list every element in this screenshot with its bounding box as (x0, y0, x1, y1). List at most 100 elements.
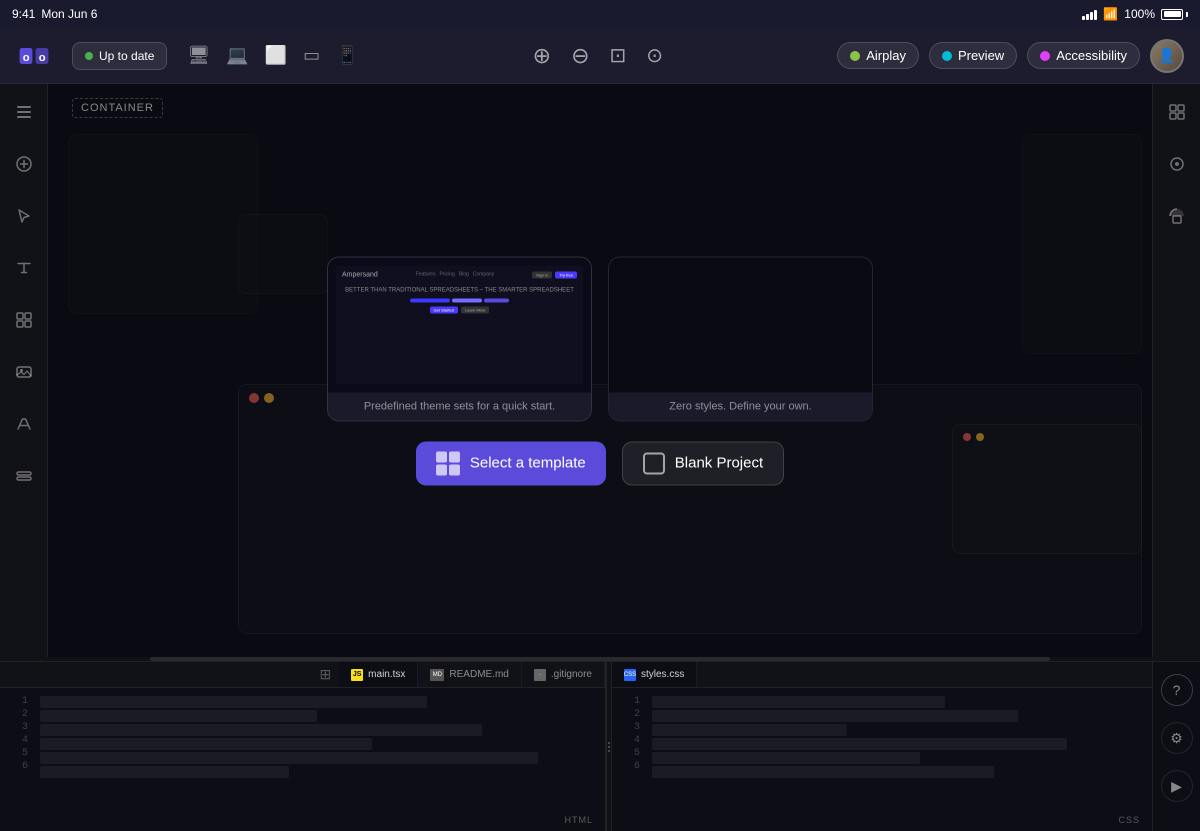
update-button[interactable]: Up to date (72, 42, 167, 70)
predefined-template-card[interactable]: Ampersand Features Pricing Blog Company … (327, 256, 592, 421)
toolbar-right: Airplay Preview Accessibility 👤 (837, 39, 1184, 73)
toolbar-center: ⊕ ⊖ ⊡ ⊙ (371, 43, 826, 69)
bottom-right-tabs: CSS styles.css (612, 662, 1152, 688)
preview-label: Preview (958, 48, 1004, 63)
md-icon: MD (430, 669, 444, 681)
sidebar-cursor-icon[interactable] (8, 200, 40, 232)
airplay-label: Airplay (866, 48, 906, 63)
right-file-type: CSS (1118, 815, 1140, 825)
code-line (652, 724, 847, 736)
line-numbers: 1 2 3 4 5 6 (12, 696, 28, 823)
zero-styles-label: Zero styles. Define your own. (609, 392, 872, 420)
bottom-code-area: 1 2 3 4 5 6 (0, 688, 605, 831)
bg-window-top-left (68, 134, 258, 314)
avatar[interactable]: 👤 (1150, 39, 1184, 73)
code-line (40, 696, 427, 708)
tab-js-label: main.tsx (368, 669, 405, 680)
bg-window-small-right (952, 424, 1142, 554)
preview-button[interactable]: Preview (929, 42, 1017, 69)
toolbar: o o Up to date 🖥 💻 ⬜ ▭ 📱 ⊕ ⊖ ⊡ ⊙ Airplay… (0, 28, 1200, 84)
airplay-dot (850, 51, 860, 61)
sidebar-image-icon[interactable] (8, 356, 40, 388)
svg-text:o: o (39, 51, 46, 63)
code-line (40, 724, 482, 736)
blank-project-label: Blank Project (675, 455, 763, 472)
battery-icon (1161, 9, 1188, 20)
select-template-button[interactable]: Select a template (416, 441, 606, 485)
code-lines (40, 696, 593, 823)
right-sidebar-icon-1[interactable] (1161, 96, 1193, 128)
sidebar-layers-icon[interactable] (8, 96, 40, 128)
blank-project-icon (643, 452, 665, 474)
right-line-numbers: 1 2 3 4 5 6 (624, 696, 640, 823)
preview-dot (942, 51, 952, 61)
wifi-icon: 📶 (1103, 7, 1118, 21)
right-sidebar-icon-3[interactable] (1161, 200, 1193, 232)
code-line (40, 766, 289, 778)
tablet-icon[interactable]: ⬜ (265, 45, 287, 66)
device-icons: 🖥 💻 ⬜ ▭ 📱 (187, 45, 358, 66)
sidebar-add-icon[interactable] (8, 148, 40, 180)
bottom-right-tab-css[interactable]: CSS styles.css (612, 662, 697, 687)
template-cards: Ampersand Features Pricing Blog Company … (327, 256, 873, 421)
right-code-lines (652, 696, 1140, 823)
window-dot-2 (976, 433, 984, 441)
tab-css-label: styles.css (641, 669, 684, 680)
tab-md-label: README.md (449, 669, 508, 680)
zoom-out-button[interactable]: ⊖ (571, 43, 589, 69)
bottom-split-button[interactable]: ⊞ (311, 666, 339, 683)
mobile-icon[interactable]: 📱 (336, 45, 358, 66)
fit-screen-button[interactable]: ⊡ (610, 43, 627, 68)
js-icon: JS (351, 669, 363, 681)
code-line (652, 752, 920, 764)
zoom-in-button[interactable]: ⊕ (533, 43, 551, 69)
sidebar-sticker-icon[interactable] (8, 460, 40, 492)
horizontal-scrollbar (0, 657, 1200, 661)
template-modal: Ampersand Features Pricing Blog Company … (310, 256, 890, 485)
window-dot-1 (963, 433, 971, 441)
template-actions: Select a template Blank Project (416, 441, 784, 485)
tab-git-label: .gitignore (551, 669, 592, 680)
bottom-right-code-area: 1 2 3 4 5 6 (612, 688, 1152, 831)
help-icon[interactable]: ? (1161, 674, 1193, 706)
sidebar-components-icon[interactable] (8, 304, 40, 336)
airplay-button[interactable]: Airplay (837, 42, 919, 69)
blank-project-button[interactable]: Blank Project (622, 441, 784, 485)
bottom-tab-md[interactable]: MD README.md (418, 662, 521, 687)
code-line (40, 738, 372, 750)
accessibility-label: Accessibility (1056, 48, 1127, 63)
signal-icon (1082, 8, 1097, 20)
settings-icon[interactable]: ⚙ (1161, 722, 1193, 754)
template-preview-ampersand: Ampersand Features Pricing Blog Company … (328, 257, 591, 392)
time: 9:41 (12, 7, 35, 21)
accessibility-button[interactable]: Accessibility (1027, 42, 1140, 69)
screenshot-button[interactable]: ⊙ (646, 43, 663, 68)
left-file-type: HTML (565, 815, 594, 825)
laptop-icon[interactable]: 💻 (226, 45, 248, 66)
right-sidebar-icon-2[interactable] (1161, 148, 1193, 180)
update-label: Up to date (99, 49, 154, 63)
left-sidebar (0, 84, 48, 657)
code-line (652, 696, 945, 708)
bg-window-right (1022, 134, 1142, 354)
git-icon: · (534, 669, 546, 681)
bottom-tab-js[interactable]: JS main.tsx (339, 662, 418, 687)
code-line (40, 752, 538, 764)
window-close-dot (249, 393, 259, 403)
bottom-tab-git[interactable]: · .gitignore (522, 662, 605, 687)
predefined-label: Predefined theme sets for a quick start. (328, 392, 591, 420)
css-icon: CSS (624, 669, 636, 681)
code-line (652, 738, 1067, 750)
svg-text:o: o (23, 51, 30, 63)
play-icon[interactable]: ▶ (1161, 770, 1193, 802)
sidebar-text-icon[interactable] (8, 252, 40, 284)
main-layout: CONTAINER (0, 84, 1200, 657)
code-line (652, 766, 994, 778)
tablet-small-icon[interactable]: ▭ (303, 45, 320, 66)
zero-styles-template-card[interactable]: Zero styles. Define your own. (608, 256, 873, 421)
sidebar-font-icon[interactable] (8, 408, 40, 440)
bottom-right-panel: CSS styles.css 1 2 3 4 5 6 CSS (612, 662, 1152, 831)
update-dot (85, 52, 93, 60)
bottom-left-tabs: ⊞ JS main.tsx MD README.md · .gitignore (0, 662, 605, 688)
desktop-icon[interactable]: 🖥 (187, 45, 210, 66)
